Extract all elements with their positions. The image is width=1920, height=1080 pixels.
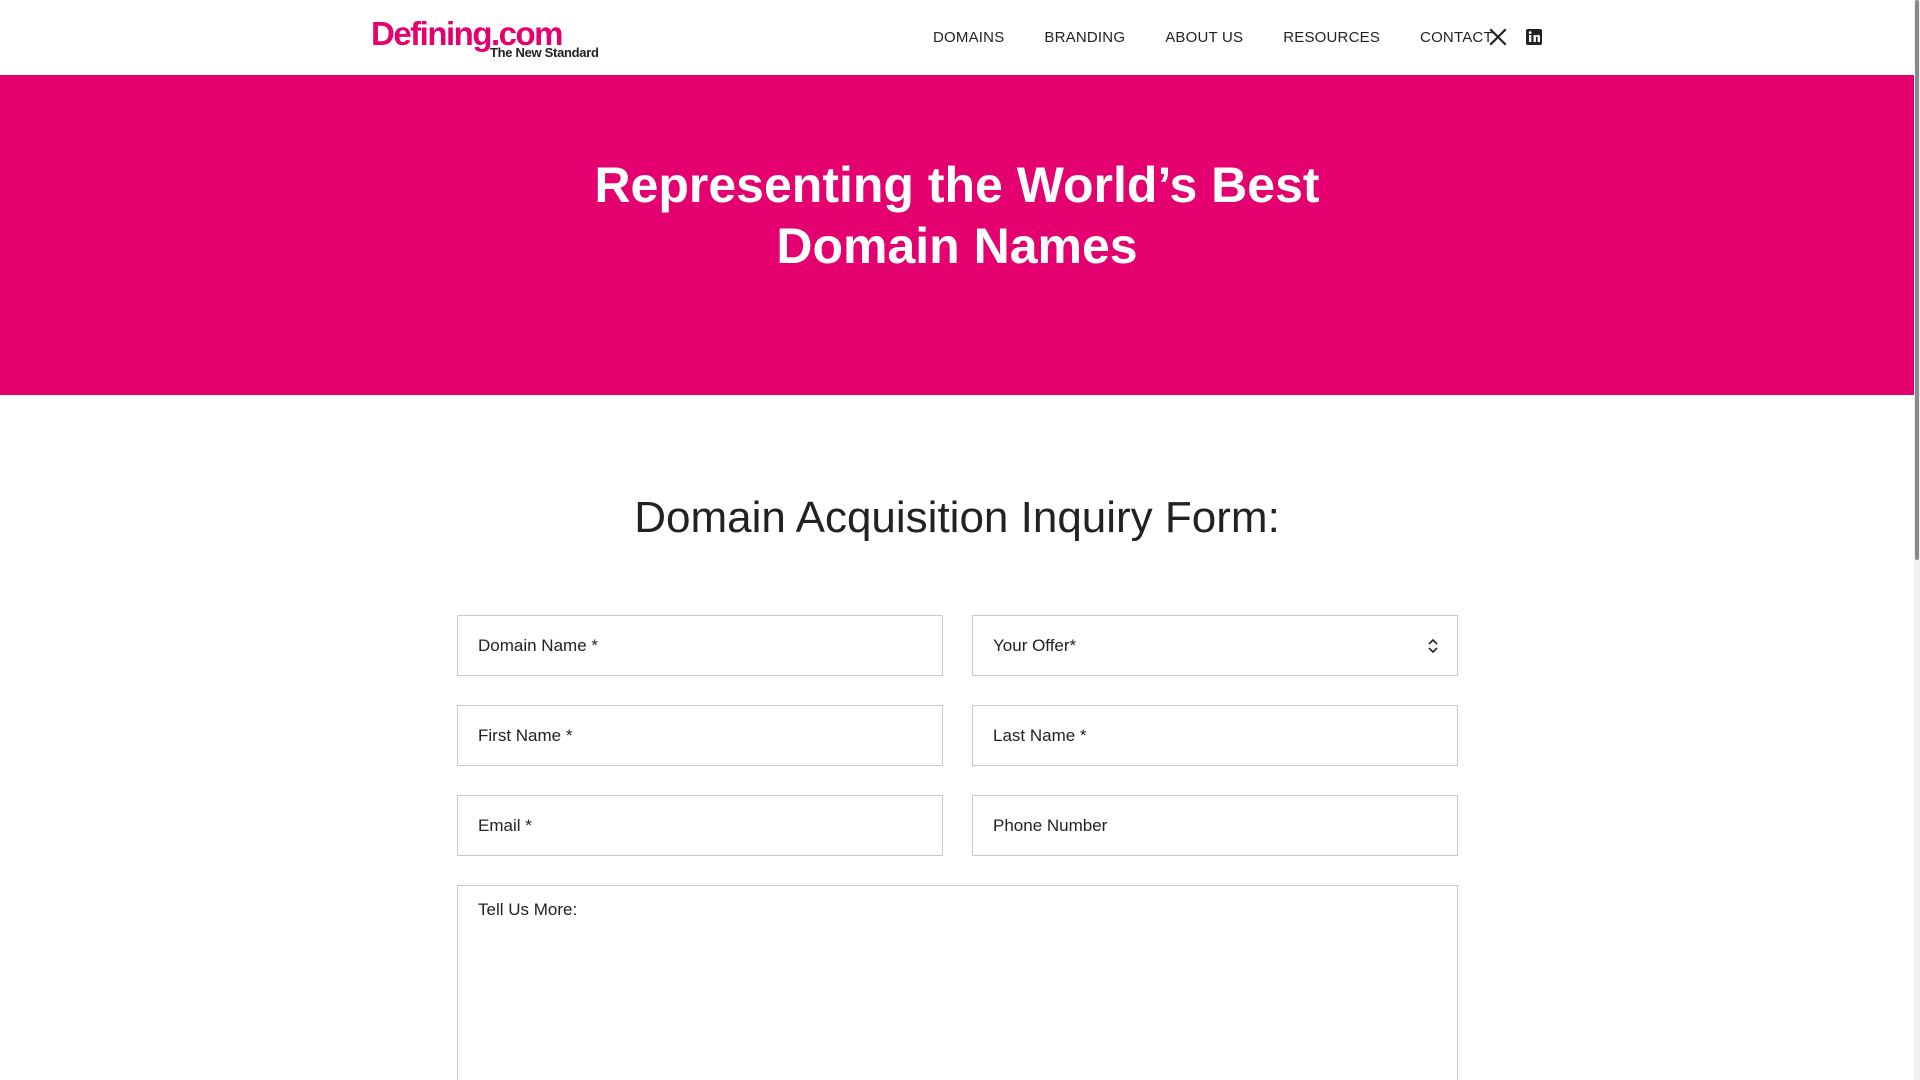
x-twitter-icon[interactable] — [1488, 27, 1508, 47]
nav-item-about-us[interactable]: ABOUT US — [1165, 29, 1243, 46]
linkedin-icon[interactable] — [1524, 27, 1544, 47]
your-offer-label: Your Offer* — [993, 636, 1077, 655]
last-name-input[interactable] — [972, 705, 1458, 766]
scrollbar-thumb[interactable] — [1915, 0, 1919, 560]
phone-number-input[interactable] — [972, 795, 1458, 856]
site-logo[interactable]: Defining.com The New Standard — [371, 16, 599, 62]
email-input[interactable] — [457, 795, 943, 856]
hero-title: Representing the World’s Best Domain Nam… — [594, 157, 1320, 274]
nav-item-domains[interactable]: DOMAINS — [933, 29, 1004, 46]
page-scrollbar[interactable] — [1914, 0, 1920, 1080]
your-offer-select[interactable]: Your Offer* — [972, 615, 1458, 676]
domain-name-input[interactable] — [457, 615, 943, 676]
site-header: Defining.com The New Standard DOMAINS BR… — [0, 0, 1914, 75]
page: Defining.com The New Standard DOMAINS BR… — [0, 0, 1920, 1080]
logo-tagline: The New Standard — [490, 45, 599, 60]
first-name-input[interactable] — [457, 705, 943, 766]
chevron-up-down-icon — [1427, 636, 1439, 656]
nav-item-resources[interactable]: RESOURCES — [1283, 29, 1380, 46]
nav-item-branding[interactable]: BRANDING — [1044, 29, 1125, 46]
main-nav: DOMAINS BRANDING ABOUT US RESOURCES CONT… — [917, 0, 1533, 75]
form-title: Domain Acquisition Inquiry Form: — [634, 493, 1280, 542]
tell-us-more-textarea[interactable] — [457, 885, 1458, 1080]
hero-banner: Representing the World’s Best Domain Nam… — [0, 75, 1914, 395]
nav-item-contact[interactable]: CONTACT — [1420, 29, 1493, 46]
